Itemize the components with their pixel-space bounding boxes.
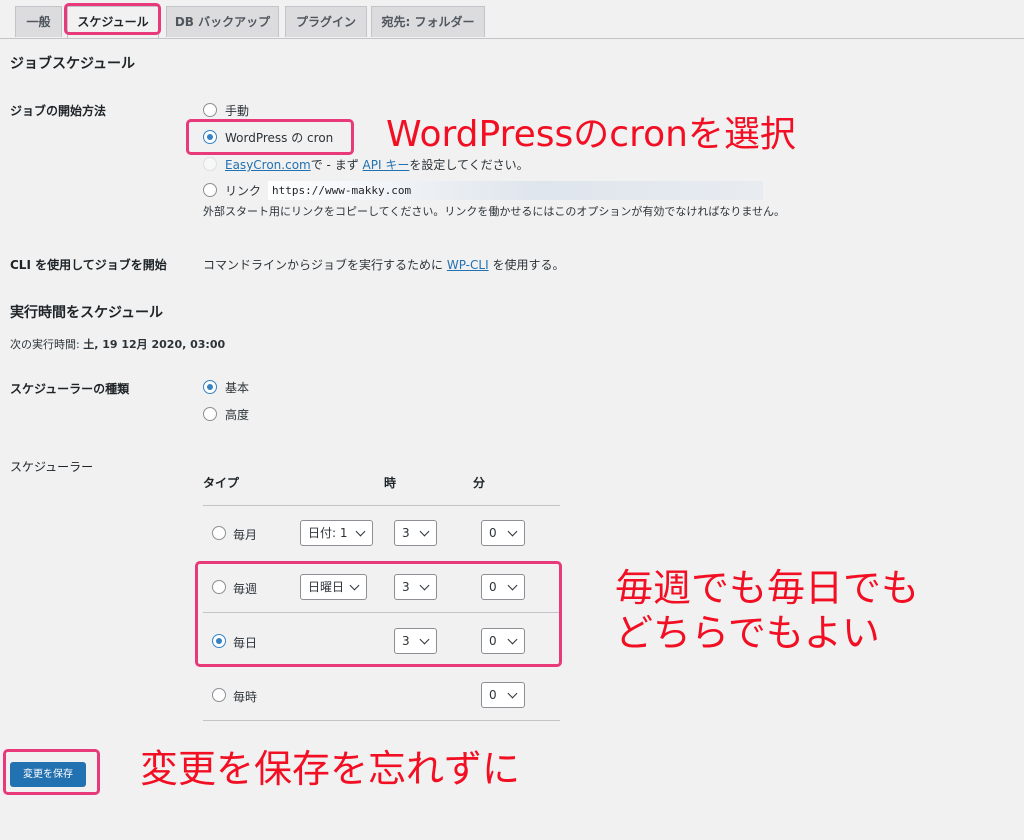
easycron-end-text: を設定してください。: [409, 158, 529, 172]
tab-general[interactable]: 一般: [15, 6, 62, 37]
scheduler-basic-label: 基本: [225, 381, 250, 395]
monthly-hour-value: 3: [402, 526, 410, 540]
radio-daily[interactable]: [212, 634, 226, 648]
radio-hourly[interactable]: [212, 688, 226, 702]
manual-label: 手動: [225, 104, 250, 118]
weekly-minute-select[interactable]: 0: [481, 574, 525, 600]
cli-text-before: コマンドラインからジョブを実行するために: [203, 258, 444, 272]
monthly-hour-select[interactable]: 3: [394, 520, 437, 546]
cli-label: CLI を使用してジョブを開始: [10, 258, 167, 272]
scheduler-label: スケジューラー: [10, 460, 94, 474]
radio-scheduler-basic[interactable]: [203, 380, 217, 394]
annotation-select-cron: WordPressのcronを選択: [386, 114, 796, 155]
easycron-line: EasyCron.comで - まず API キーを設定してください。: [225, 156, 529, 173]
daily-hour-select[interactable]: 3: [394, 628, 437, 654]
weekly-label: 毎週: [233, 582, 258, 596]
next-run-label: 次の実行時間:: [10, 338, 80, 351]
next-run-value: 土, 19 12月 2020, 03:00: [83, 338, 226, 351]
hourly-minute-select[interactable]: 0: [481, 682, 525, 708]
hourly-label: 毎時: [233, 690, 258, 704]
annotation-weekly-daily-line2: どちらでもよい: [615, 611, 880, 655]
monthly-day-value: 日付: 1: [308, 526, 348, 540]
radio-manual[interactable]: [203, 103, 217, 117]
daily-minute-value: 0: [489, 634, 497, 648]
radio-link[interactable]: [203, 183, 217, 197]
chevron-down-icon: [507, 634, 518, 645]
scheduler-type-label: スケジューラーの種類: [10, 382, 130, 396]
annotation-weekly-daily-line1: 毎週でも毎日でも: [615, 566, 920, 610]
tab-schedule[interactable]: スケジュール: [67, 6, 159, 38]
daily-hour-value: 3: [402, 634, 410, 648]
chevron-down-icon: [507, 688, 518, 699]
chevron-down-icon: [419, 634, 430, 645]
job-schedule-heading: ジョブスケジュール: [10, 56, 136, 72]
weekly-day-value: 日曜日: [308, 580, 345, 594]
tab-plugins[interactable]: プラグイン: [285, 6, 367, 37]
chevron-down-icon: [419, 580, 430, 591]
chevron-down-icon: [355, 526, 366, 537]
weekly-day-select[interactable]: 日曜日: [300, 574, 367, 600]
job-link-url-field[interactable]: https://www-makky.com: [268, 181, 763, 200]
monthly-label: 毎月: [233, 528, 258, 542]
next-run-line: 次の実行時間: 土, 19 12月 2020, 03:00: [10, 336, 225, 352]
monthly-minute-value: 0: [489, 526, 497, 540]
easycron-link[interactable]: EasyCron.com: [225, 158, 311, 172]
wordpress-cron-label: WordPress の cron: [225, 131, 334, 145]
tab-db-backup[interactable]: DB バックアップ: [166, 6, 279, 37]
chevron-down-icon: [507, 526, 518, 537]
radio-scheduler-advanced[interactable]: [203, 407, 217, 421]
api-key-link[interactable]: API キー: [363, 158, 410, 172]
chevron-down-icon: [507, 580, 518, 591]
table-bottom-divider: [203, 720, 560, 721]
easycron-mid-text: で - まず: [310, 158, 359, 172]
link-label: リンク: [225, 184, 262, 198]
settings-tabs: 一般 スケジュール DB バックアップ プラグイン 宛先: フォルダー: [0, 0, 1024, 39]
radio-easycron[interactable]: [203, 157, 217, 171]
radio-weekly[interactable]: [212, 580, 226, 594]
weekly-hour-select[interactable]: 3: [394, 574, 437, 600]
tab-destination-folder[interactable]: 宛先: フォルダー: [371, 6, 485, 37]
chevron-down-icon: [349, 580, 360, 591]
daily-label: 毎日: [233, 636, 258, 650]
radio-wordpress-cron[interactable]: [203, 130, 217, 144]
radio-monthly[interactable]: [212, 526, 226, 540]
weekly-minute-value: 0: [489, 580, 497, 594]
col-type-header: タイプ: [203, 476, 240, 490]
table-header-divider: [203, 505, 560, 506]
col-hour-header: 時: [384, 476, 397, 490]
link-help-text: 外部スタート用にリンクをコピーしてください。リンクを働かせるにはこのオプションが…: [203, 205, 786, 218]
scheduler-advanced-label: 高度: [225, 408, 250, 422]
annotation-dont-forget-save: 変更を保存を忘れずに: [140, 747, 521, 791]
monthly-minute-select[interactable]: 0: [481, 520, 525, 546]
run-schedule-heading: 実行時間をスケジュール: [10, 305, 164, 321]
wp-cli-link[interactable]: WP-CLI: [447, 258, 489, 272]
monthly-day-select[interactable]: 日付: 1: [300, 520, 373, 546]
weekly-daily-divider: [203, 612, 560, 613]
hourly-minute-value: 0: [489, 688, 497, 702]
daily-minute-select[interactable]: 0: [481, 628, 525, 654]
col-minute-header: 分: [473, 476, 486, 490]
chevron-down-icon: [419, 526, 430, 537]
weekly-hour-value: 3: [402, 580, 410, 594]
start-method-label: ジョブの開始方法: [10, 104, 107, 118]
save-changes-button[interactable]: 変更を保存: [10, 762, 86, 787]
cli-text: コマンドラインからジョブを実行するために WP-CLI を使用する。: [203, 256, 564, 273]
cli-text-after: を使用する。: [492, 258, 565, 272]
